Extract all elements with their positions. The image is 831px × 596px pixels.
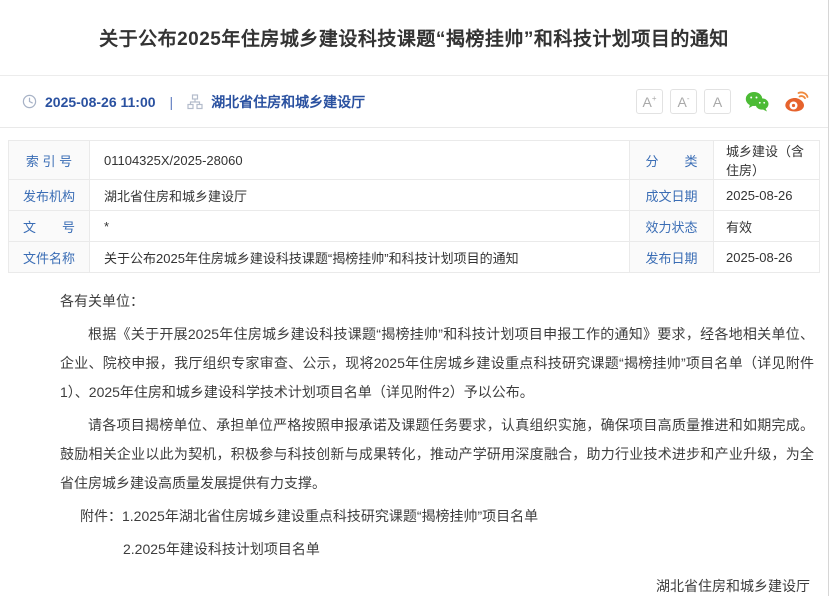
field-label-issuing-agency: 发布机构	[9, 180, 90, 211]
field-label-written-date: 成文日期	[630, 180, 714, 211]
paragraph: 请各项目揭榜单位、承担单位严格按照申报承诺及课题任务要求，认真组织实施，确保项目…	[60, 411, 814, 498]
wechat-icon[interactable]	[744, 90, 770, 113]
attachment-line-2: 2.2025年建设科技计划项目名单	[60, 535, 814, 564]
field-value-doc-number: *	[90, 211, 630, 242]
header: 关于公布2025年住房城乡建设科技课题“揭榜挂帅”和科技计划项目的通知	[0, 0, 828, 76]
field-value-validity: 有效	[714, 211, 820, 242]
field-value-index-number: 01104325X/2025-28060	[90, 141, 630, 180]
salutation: 各有关单位：	[60, 287, 814, 316]
field-value-category: 城乡建设（含住房）	[714, 141, 820, 180]
field-label-doc-number: 文 号	[9, 211, 90, 242]
source-agency[interactable]: 湖北省住房和城乡建设厅	[211, 92, 365, 112]
attachment-line-1: 附件：1.2025年湖北省住房城乡建设重点科技研究课题“揭榜挂帅”项目名单	[60, 502, 814, 531]
page-title: 关于公布2025年住房城乡建设科技课题“揭榜挂帅”和科技计划项目的通知	[99, 24, 729, 51]
signature-agency: 湖北省住房和城乡建设厅	[60, 572, 814, 596]
field-label-publish-date: 发布日期	[630, 242, 714, 273]
field-value-publish-date: 2025-08-26	[714, 242, 820, 273]
field-value-issuing-agency: 湖北省住房和城乡建设厅	[90, 180, 630, 211]
field-label-index-number: 索 引 号	[9, 141, 90, 180]
table-row: 文 号 * 效力状态 有效	[9, 211, 820, 242]
publish-datetime: 2025-08-26 11:00	[45, 94, 156, 110]
attachment-item: 1.2025年湖北省住房城乡建设重点科技研究课题“揭榜挂帅”项目名单	[122, 508, 538, 524]
table-row: 发布机构 湖北省住房和城乡建设厅 成文日期 2025-08-26	[9, 180, 820, 211]
weibo-icon[interactable]	[783, 90, 810, 113]
meta-info: 2025-08-26 11:00 | 湖北省住房和城乡建设厅	[22, 92, 365, 112]
document-info-table: 索 引 号 01104325X/2025-28060 分 类 城乡建设（含住房）…	[8, 140, 820, 273]
table-row: 索 引 号 01104325X/2025-28060 分 类 城乡建设（含住房）	[9, 141, 820, 180]
field-label-validity: 效力状态	[630, 211, 714, 242]
paragraph: 根据《关于开展2025年住房城乡建设科技课题“揭榜挂帅”和科技计划项目申报工作的…	[60, 320, 814, 407]
field-label-category: 分 类	[630, 141, 714, 180]
meta-separator: |	[170, 94, 174, 110]
meta-bar: 2025-08-26 11:00 | 湖北省住房和城乡建设厅 A+ A- A	[0, 76, 828, 128]
attachment-item: 2.2025年建设科技计划项目名单	[123, 541, 320, 557]
font-size-increase-button[interactable]: A+	[636, 89, 663, 114]
field-value-written-date: 2025-08-26	[714, 180, 820, 211]
table-row: 文件名称 关于公布2025年住房城乡建设科技课题“揭榜挂帅”和科技计划项目的通知…	[9, 242, 820, 273]
font-size-reset-button[interactable]: A	[704, 89, 731, 114]
org-icon	[187, 94, 203, 110]
document-page: 关于公布2025年住房城乡建设科技课题“揭榜挂帅”和科技计划项目的通知 2025…	[0, 0, 829, 596]
meta-tools: A+ A- A	[636, 89, 810, 114]
clock-icon	[22, 94, 37, 109]
document-body: 各有关单位： 根据《关于开展2025年住房城乡建设科技课题“揭榜挂帅”和科技计划…	[0, 287, 828, 596]
field-value-doc-title: 关于公布2025年住房城乡建设科技课题“揭榜挂帅”和科技计划项目的通知	[90, 242, 630, 273]
field-label-doc-title: 文件名称	[9, 242, 90, 273]
attachments-label: 附件：	[80, 508, 122, 524]
font-size-decrease-button[interactable]: A-	[670, 89, 697, 114]
